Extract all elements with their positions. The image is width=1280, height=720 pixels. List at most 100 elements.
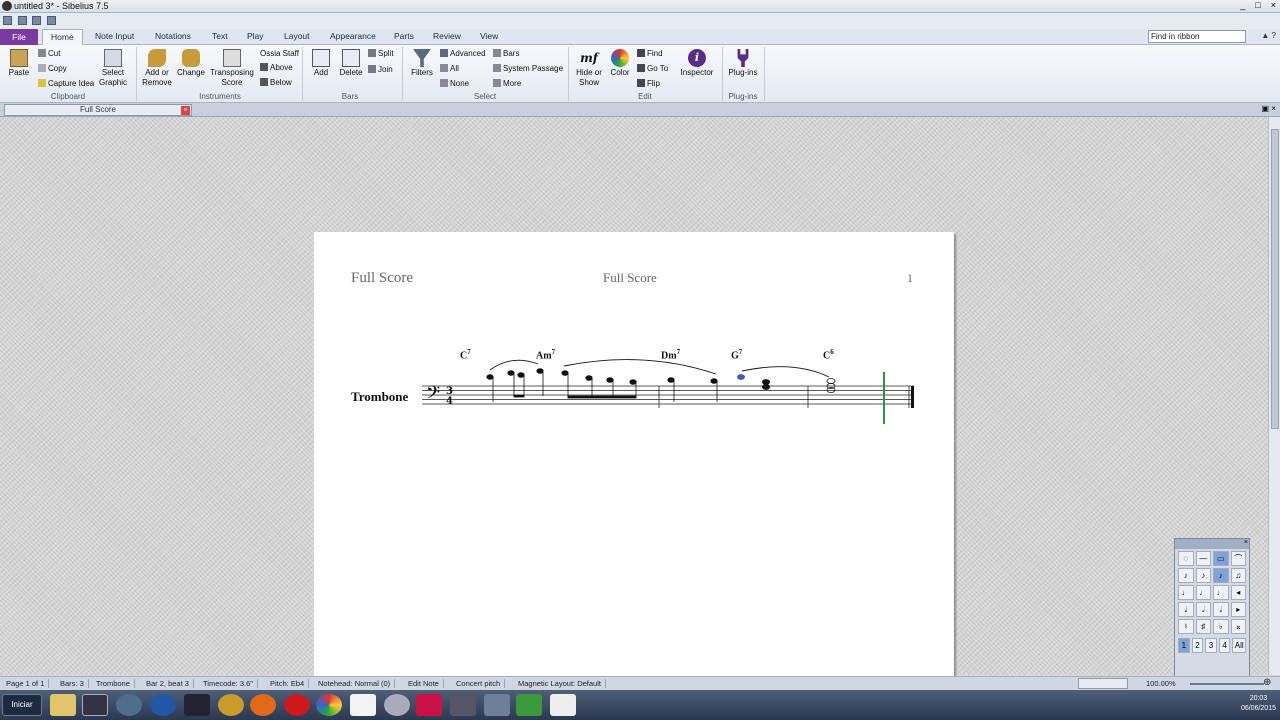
keypad-key[interactable]: ♩ [1178, 585, 1194, 600]
hide-or-show-button[interactable]: mf Hide or Show [572, 49, 606, 88]
keypad-title-bar[interactable]: × [1175, 539, 1249, 549]
scrollbar-thumb[interactable] [1271, 129, 1279, 429]
ossia-above-button[interactable]: Above [260, 63, 293, 73]
add-bar-button[interactable]: Add [308, 49, 334, 78]
score-page[interactable]: Full Score Full Score 1 Trombone C7 Am7 … [314, 232, 954, 676]
keypad-key[interactable]: ⌒ [1230, 551, 1246, 566]
keypad-key[interactable]: 𝅗𝅥 [1213, 602, 1229, 617]
filters-button[interactable]: Filters [408, 49, 436, 78]
document-tab-full-score[interactable]: Full Score × [4, 104, 192, 116]
tab-file[interactable]: File [0, 29, 38, 45]
vertical-scrollbar[interactable] [1268, 117, 1280, 675]
zoom-in-icon[interactable]: ⊕ [1263, 677, 1271, 688]
keypad-key[interactable]: — [1195, 551, 1211, 566]
transposing-score-button[interactable]: Transposing Score [210, 49, 254, 88]
keypad-key[interactable]: ◂ [1230, 585, 1246, 600]
color-button[interactable]: Color [608, 49, 632, 78]
media-taskbar-icon[interactable] [184, 694, 210, 716]
close-button[interactable]: × [1271, 0, 1276, 10]
view-mode-icons[interactable] [1078, 678, 1128, 689]
sibelius-taskbar-icon[interactable] [82, 694, 108, 716]
opera-taskbar-icon[interactable] [284, 694, 310, 716]
keypad-key[interactable]: ♪ [1195, 568, 1211, 583]
disc-taskbar-icon[interactable] [384, 694, 410, 716]
select-all-button[interactable]: All [440, 64, 459, 74]
paste-button[interactable]: Paste [6, 49, 32, 78]
plugins-button[interactable]: Plug-ins [726, 49, 760, 78]
tab-view[interactable]: View [480, 31, 498, 41]
maximize-button[interactable]: □ [1255, 0, 1260, 10]
keypad-key[interactable]: ♪ [1213, 568, 1229, 583]
keypad-key[interactable]: ♪ [1178, 568, 1194, 583]
delete-bar-button[interactable]: Delete [338, 49, 364, 78]
tab-layout[interactable]: Layout [284, 31, 310, 41]
keypad-tab-4[interactable]: 4 [1218, 638, 1231, 653]
tab-home[interactable]: Home [42, 29, 83, 46]
camtasia-recorder-taskbar-icon[interactable] [550, 694, 576, 716]
change-instrument-button[interactable]: Change [176, 49, 206, 78]
advanced-select-button[interactable]: Advanced [440, 49, 486, 59]
browser-taskbar-icon[interactable] [116, 694, 142, 716]
app-taskbar-icon[interactable] [450, 694, 476, 716]
keypad-key[interactable]: 𝄪 [1230, 619, 1246, 634]
firefox-taskbar-icon[interactable] [250, 694, 276, 716]
keypad-close-icon[interactable]: × [1244, 539, 1248, 546]
explorer-folder-icon[interactable] [50, 694, 76, 716]
sibelius-app-icon[interactable] [2, 1, 12, 11]
keypad-tab-2[interactable]: 2 [1191, 638, 1204, 653]
select-bars-button[interactable]: Bars [493, 49, 519, 59]
cut-button[interactable]: Cut [38, 49, 60, 59]
document-window-controls[interactable]: ▣ × [1262, 104, 1276, 113]
tab-appearance[interactable]: Appearance [330, 31, 376, 41]
save-icon[interactable] [3, 16, 12, 25]
undo-icon[interactable] [32, 16, 42, 25]
keypad-key[interactable]: ♯ [1195, 619, 1211, 634]
clock[interactable]: 20:03 06/06/2015 [1241, 694, 1276, 714]
keypad-key[interactable]: 𝅗𝅥 [1195, 602, 1211, 617]
keypad-key[interactable]: ▸ [1230, 602, 1246, 617]
keypad-tab-1[interactable]: 1 [1178, 638, 1190, 653]
keypad-tab-3[interactable]: 3 [1205, 638, 1217, 653]
keypad-key[interactable]: ♭ [1213, 619, 1229, 634]
status-concert-pitch[interactable]: Concert pitch [456, 679, 506, 688]
chrome-taskbar-icon[interactable] [316, 694, 342, 716]
select-graphic-button[interactable]: Select Graphic [98, 49, 128, 88]
tab-notations[interactable]: Notations [155, 31, 191, 41]
split-bar-button[interactable]: Split [368, 49, 394, 59]
keypad-panel[interactable]: × ◌ — ▭ ⌒ ♪ ♪ ♪ ♫ ♩ ♩ ♩ ◂ 𝅗𝅥 𝅗𝅥 𝅗𝅥 ▸ ♮ ♯ ♭ 𝄪 1 2 3 4 Al… [1174, 538, 1250, 678]
tab-text[interactable]: Text [212, 31, 228, 41]
system-passage-button[interactable]: System Passage [493, 64, 563, 74]
minimize-button[interactable]: _ [1240, 0, 1245, 10]
flip-button[interactable]: Flip [637, 79, 660, 89]
redo-icon[interactable] [46, 16, 56, 25]
app-taskbar-icon[interactable] [416, 694, 442, 716]
tab-parts[interactable]: Parts [394, 31, 414, 41]
keypad-key[interactable]: 𝅗𝅥 [1178, 602, 1194, 617]
close-tab-icon[interactable]: × [181, 106, 190, 115]
keypad-key[interactable]: ♩ [1195, 585, 1211, 600]
keypad-key[interactable]: ♫ [1230, 568, 1246, 583]
keypad-key[interactable]: ♮ [1178, 619, 1194, 634]
tab-note-input[interactable]: Note Input [95, 31, 134, 41]
trombone-staff[interactable]: 𝄢 3 4 [314, 232, 954, 676]
ribbon-help-icon[interactable]: ▲ ? [1261, 31, 1276, 40]
ossia-below-button[interactable]: Below [260, 78, 292, 88]
app-taskbar-icon[interactable] [218, 694, 244, 716]
keypad-key[interactable]: ♩ [1213, 585, 1229, 600]
copy-button[interactable]: Copy [38, 64, 67, 74]
app-taskbar-icon[interactable] [484, 694, 510, 716]
add-remove-instrument-button[interactable]: Add or Remove [142, 49, 172, 88]
keypad-key[interactable]: ◌ [1178, 551, 1194, 566]
select-none-button[interactable]: None [440, 79, 469, 89]
print-icon[interactable] [17, 16, 27, 25]
keypad-key[interactable]: ▭ [1213, 551, 1229, 566]
inspector-button[interactable]: i Inspector [678, 49, 716, 78]
find-in-ribbon-input[interactable]: Find in ribbon [1148, 30, 1246, 43]
keypad-tab-all[interactable]: All [1232, 638, 1246, 653]
tab-play[interactable]: Play [247, 31, 264, 41]
goto-button[interactable]: Go To [637, 64, 668, 74]
select-more-button[interactable]: More [493, 79, 521, 89]
find-button[interactable]: Find [637, 49, 663, 59]
camtasia-taskbar-icon[interactable] [516, 694, 542, 716]
join-bar-button[interactable]: Join [368, 65, 393, 75]
